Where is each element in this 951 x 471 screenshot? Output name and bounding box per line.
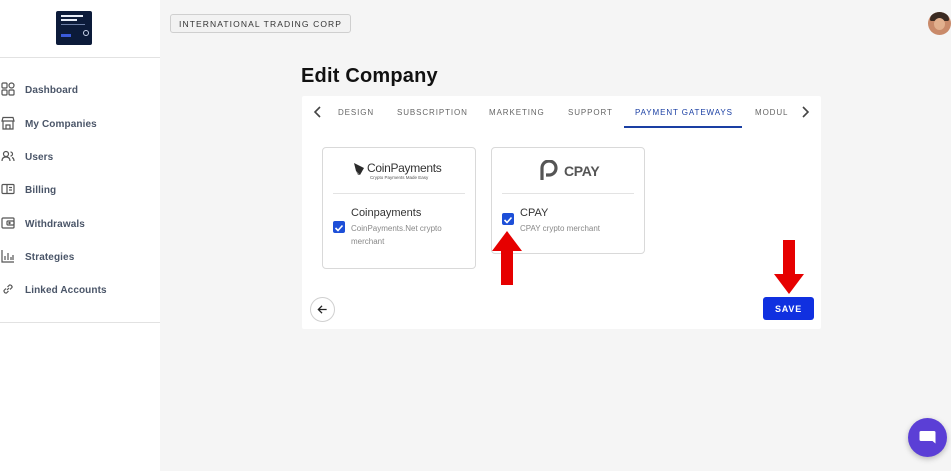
sidebar-item-linked-accounts[interactable]: Linked Accounts bbox=[0, 277, 160, 303]
coinpayments-description: CoinPayments.Net crypto bbox=[351, 224, 442, 233]
company-selector[interactable]: INTERNATIONAL TRADING CORP bbox=[170, 14, 352, 33]
annotation-arrow-down bbox=[774, 240, 804, 294]
cpay-description: CPAY crypto merchant bbox=[520, 224, 601, 233]
sidebar-item-strategies[interactable]: Strategies bbox=[0, 244, 160, 270]
cpay-checkbox[interactable] bbox=[502, 213, 514, 225]
sidebar-item-label: My Companies bbox=[25, 118, 97, 130]
gateway-card-coinpayments[interactable]: CoinPayments Crypto Payments Made Easy C… bbox=[322, 147, 476, 269]
back-button[interactable] bbox=[310, 297, 335, 322]
coinpayments-logo-text: CoinPayments bbox=[367, 161, 442, 175]
active-tab-indicator bbox=[624, 126, 742, 128]
sidebar: Dashboard My Companies Users Billing Wit… bbox=[0, 0, 160, 471]
chat-icon bbox=[919, 431, 936, 444]
sidebar-item-label: Dashboard bbox=[25, 84, 79, 96]
gateway-divider bbox=[502, 193, 634, 194]
page-title: Edit Company bbox=[301, 65, 438, 87]
cpay-logo-text: CPAY bbox=[564, 163, 600, 179]
sidebar-item-label: Linked Accounts bbox=[25, 284, 107, 296]
tab-marketing[interactable]: MARKETING bbox=[489, 96, 545, 128]
tab-payment-gateways[interactable]: PAYMENT GATEWAYS bbox=[635, 96, 733, 128]
sidebar-item-withdrawals[interactable]: Withdrawals bbox=[0, 211, 160, 237]
coinpayments-description-2: merchant bbox=[351, 237, 385, 246]
wallet-icon bbox=[1, 217, 15, 229]
sidebar-item-users[interactable]: Users bbox=[0, 144, 160, 170]
link-icon bbox=[3, 284, 13, 294]
check-icon bbox=[334, 224, 344, 232]
tab-modules[interactable]: MODUL bbox=[755, 96, 788, 128]
coinpayments-checkbox[interactable] bbox=[333, 221, 345, 233]
avatar[interactable] bbox=[928, 12, 951, 35]
sidebar-item-label: Billing bbox=[25, 184, 57, 196]
sidebar-divider-top bbox=[0, 57, 160, 58]
edit-company-card: DESIGN SUBSCRIPTION MARKETING SUPPORT PA… bbox=[302, 96, 821, 329]
tab-support[interactable]: SUPPORT bbox=[568, 96, 613, 128]
chevron-left-icon[interactable] bbox=[310, 104, 326, 120]
coinpayments-logo-tagline: Crypto Payments Made Easy bbox=[370, 175, 429, 180]
sidebar-item-label: Users bbox=[25, 151, 54, 163]
gateway-divider bbox=[333, 193, 465, 194]
store-icon bbox=[1, 116, 15, 130]
coinpayments-logo-icon bbox=[354, 163, 364, 175]
bar-chart-icon bbox=[1, 250, 14, 263]
annotation-arrow-up bbox=[492, 231, 522, 285]
tab-design[interactable]: DESIGN bbox=[338, 96, 374, 128]
cpay-logo-icon bbox=[540, 160, 558, 180]
app-logo[interactable] bbox=[56, 11, 92, 45]
dashboard-icon bbox=[1, 82, 15, 96]
cpay-name: CPAY bbox=[520, 207, 549, 219]
chevron-right-icon[interactable] bbox=[797, 104, 813, 120]
sidebar-item-billing[interactable]: Billing bbox=[0, 177, 160, 203]
save-button[interactable]: SAVE bbox=[763, 297, 814, 320]
coinpayments-name: Coinpayments bbox=[351, 207, 422, 219]
sidebar-item-dashboard[interactable]: Dashboard bbox=[0, 77, 160, 103]
tab-subscription[interactable]: SUBSCRIPTION bbox=[397, 96, 468, 128]
sidebar-item-my-companies[interactable]: My Companies bbox=[0, 111, 160, 137]
chat-button[interactable] bbox=[908, 418, 947, 457]
users-icon bbox=[1, 150, 15, 162]
sidebar-divider-bottom bbox=[0, 322, 160, 323]
sidebar-item-label: Strategies bbox=[25, 251, 75, 263]
billing-icon bbox=[1, 183, 15, 195]
tab-bar: DESIGN SUBSCRIPTION MARKETING SUPPORT PA… bbox=[302, 96, 821, 128]
arrow-left-icon bbox=[317, 305, 327, 314]
sidebar-item-label: Withdrawals bbox=[25, 218, 85, 230]
check-icon bbox=[503, 216, 513, 224]
